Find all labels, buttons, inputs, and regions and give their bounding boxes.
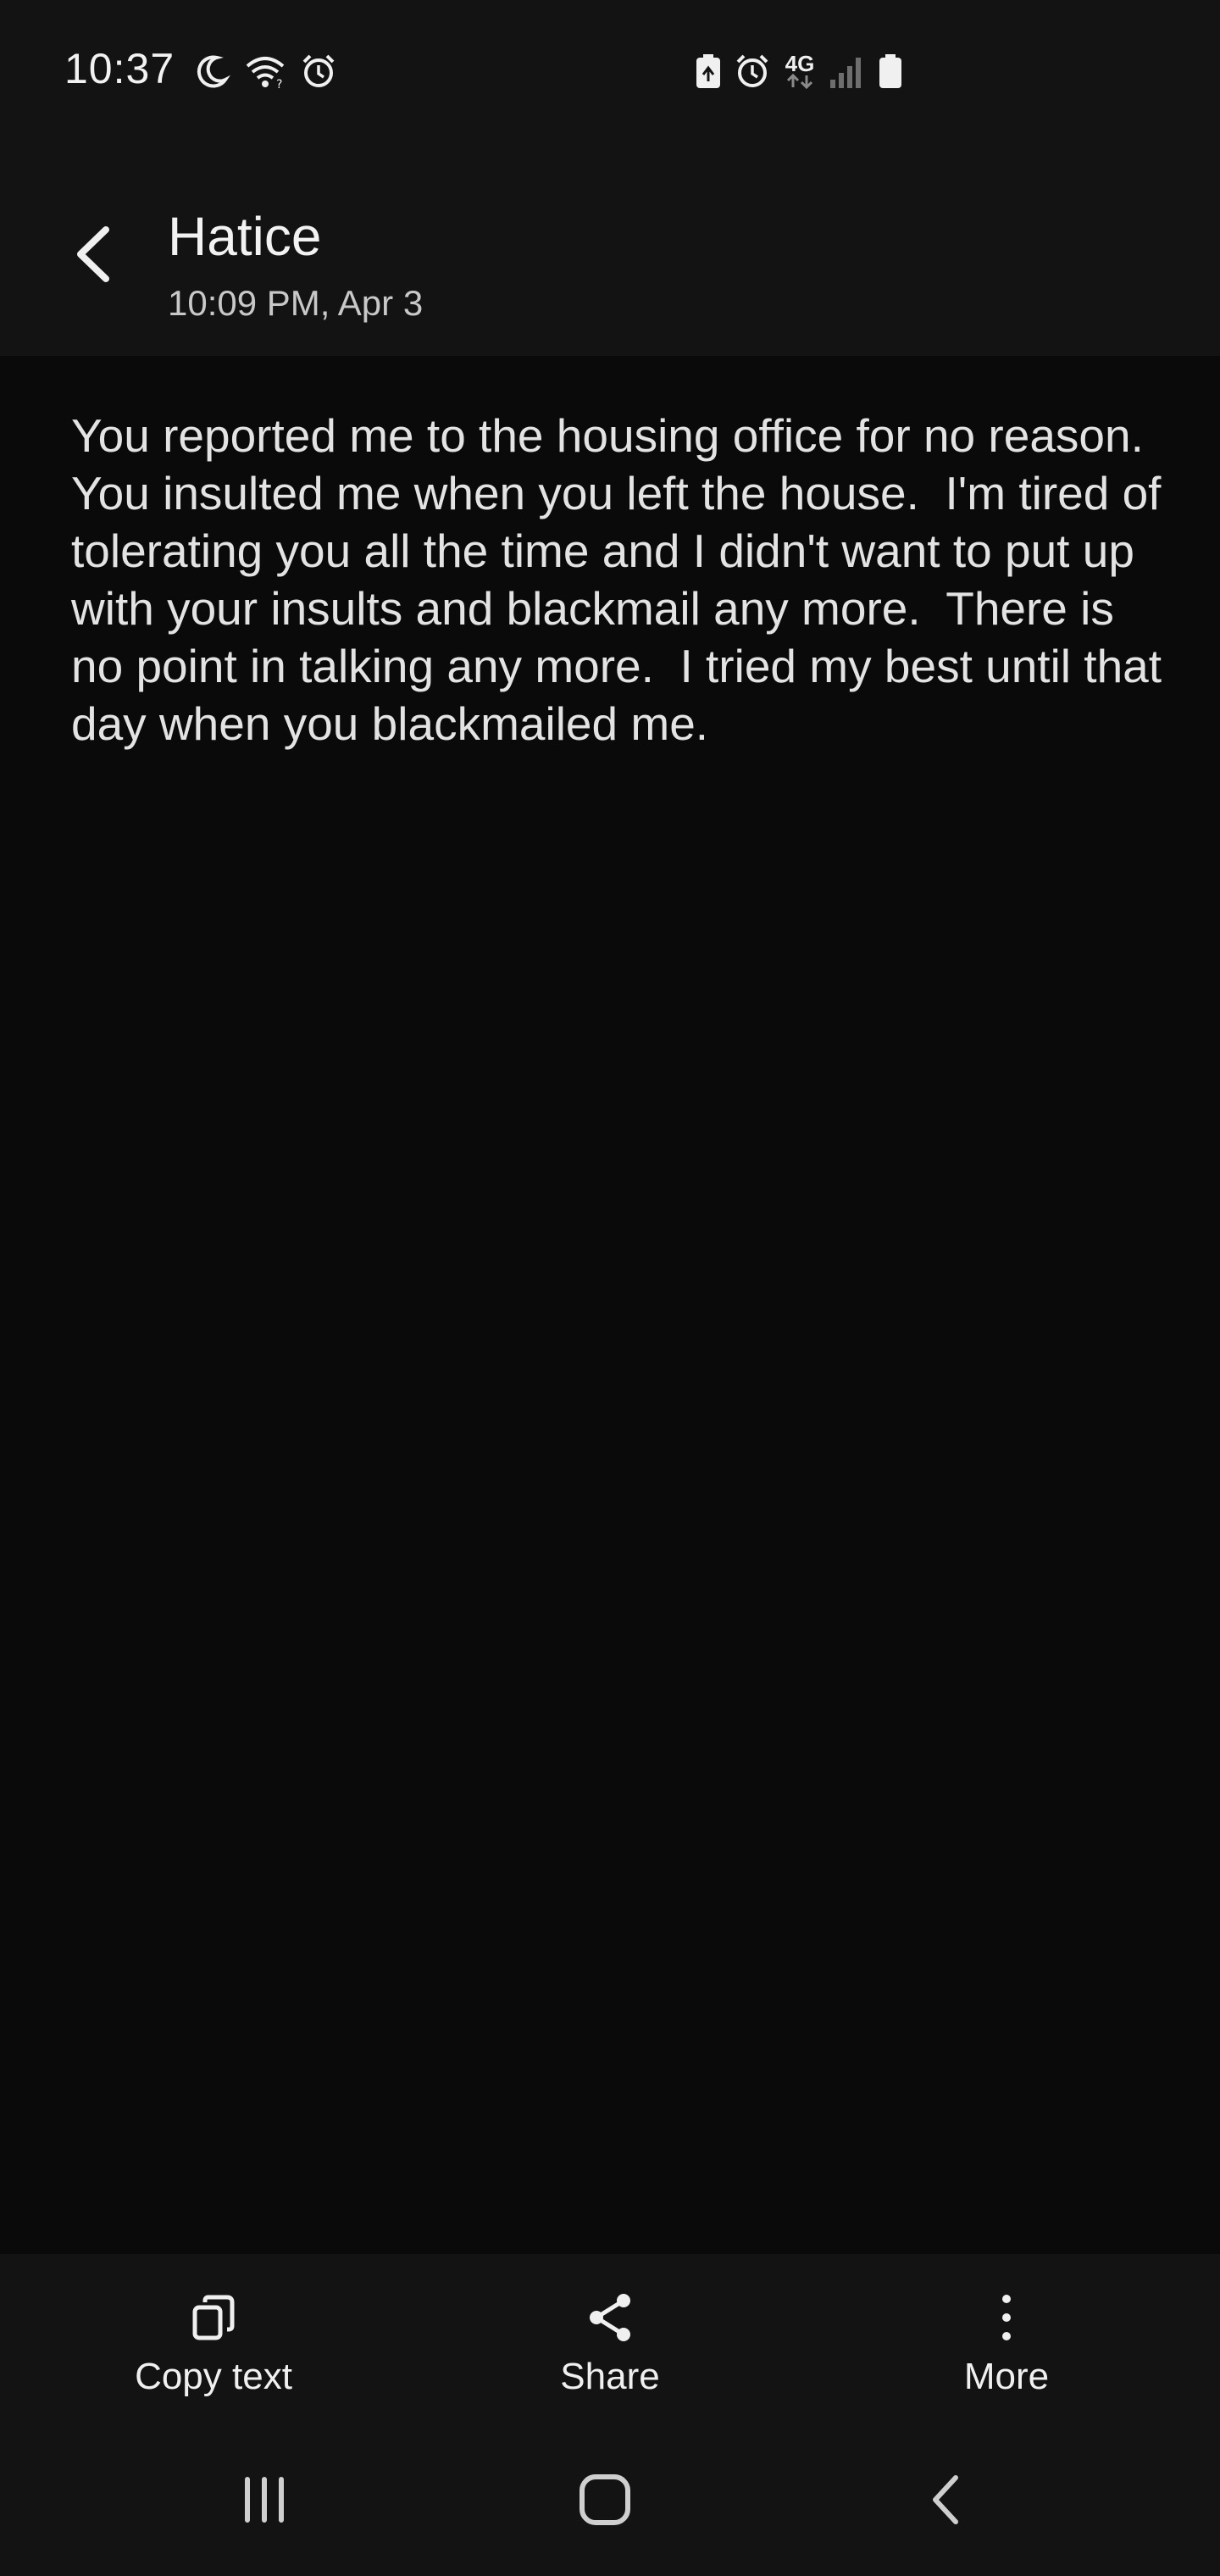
message-timestamp: 10:09 PM, Apr 3 bbox=[168, 283, 424, 323]
recent-apps-icon bbox=[245, 2477, 284, 2523]
message-text: You reported me to the housing office fo… bbox=[71, 409, 1175, 750]
status-right-icons: 4G bbox=[695, 53, 903, 90]
app-header: Hatice 10:09 PM, Apr 3 bbox=[0, 144, 1220, 356]
back-button[interactable] bbox=[59, 220, 127, 288]
chevron-left-icon bbox=[77, 226, 109, 282]
copy-icon bbox=[188, 2288, 239, 2347]
battery-saver-icon bbox=[695, 53, 722, 90]
action-bar: Copy text Share More bbox=[0, 2254, 1220, 2423]
system-nav-bar bbox=[0, 2423, 1220, 2576]
status-time: 10:37 bbox=[64, 45, 175, 92]
recent-apps-button[interactable] bbox=[214, 2466, 315, 2534]
4g-lte-icon: 4G bbox=[783, 53, 817, 89]
home-button[interactable] bbox=[554, 2466, 656, 2534]
nav-back-button[interactable] bbox=[895, 2466, 996, 2534]
network-label: 4G bbox=[785, 51, 815, 76]
back-icon bbox=[933, 2475, 958, 2524]
share-button[interactable]: Share bbox=[483, 2288, 737, 2398]
copy-text-button[interactable]: Copy text bbox=[86, 2288, 341, 2398]
share-label: Share bbox=[560, 2356, 660, 2397]
battery-icon bbox=[878, 53, 903, 90]
wifi-icon: ? bbox=[244, 53, 286, 90]
status-left-icons: ? bbox=[193, 53, 337, 90]
more-vertical-icon bbox=[998, 2288, 1015, 2347]
message-detail-screen: 10:37 ? 4G Hatice 10:09 PM, Apr 3 You re… bbox=[0, 0, 1220, 2576]
alarm-icon bbox=[734, 53, 771, 90]
more-label: More bbox=[963, 2356, 1050, 2397]
more-button[interactable]: More bbox=[879, 2288, 1134, 2398]
moon-icon bbox=[193, 53, 230, 90]
alarm-icon bbox=[300, 53, 337, 90]
status-bar: 10:37 ? 4G bbox=[0, 0, 1220, 144]
share-icon bbox=[585, 2288, 635, 2347]
contact-name: Hatice bbox=[168, 206, 322, 267]
signal-icon bbox=[829, 53, 866, 90]
svg-text:?: ? bbox=[276, 78, 282, 90]
home-icon bbox=[580, 2474, 630, 2525]
copy-text-label: Copy text bbox=[135, 2356, 292, 2397]
